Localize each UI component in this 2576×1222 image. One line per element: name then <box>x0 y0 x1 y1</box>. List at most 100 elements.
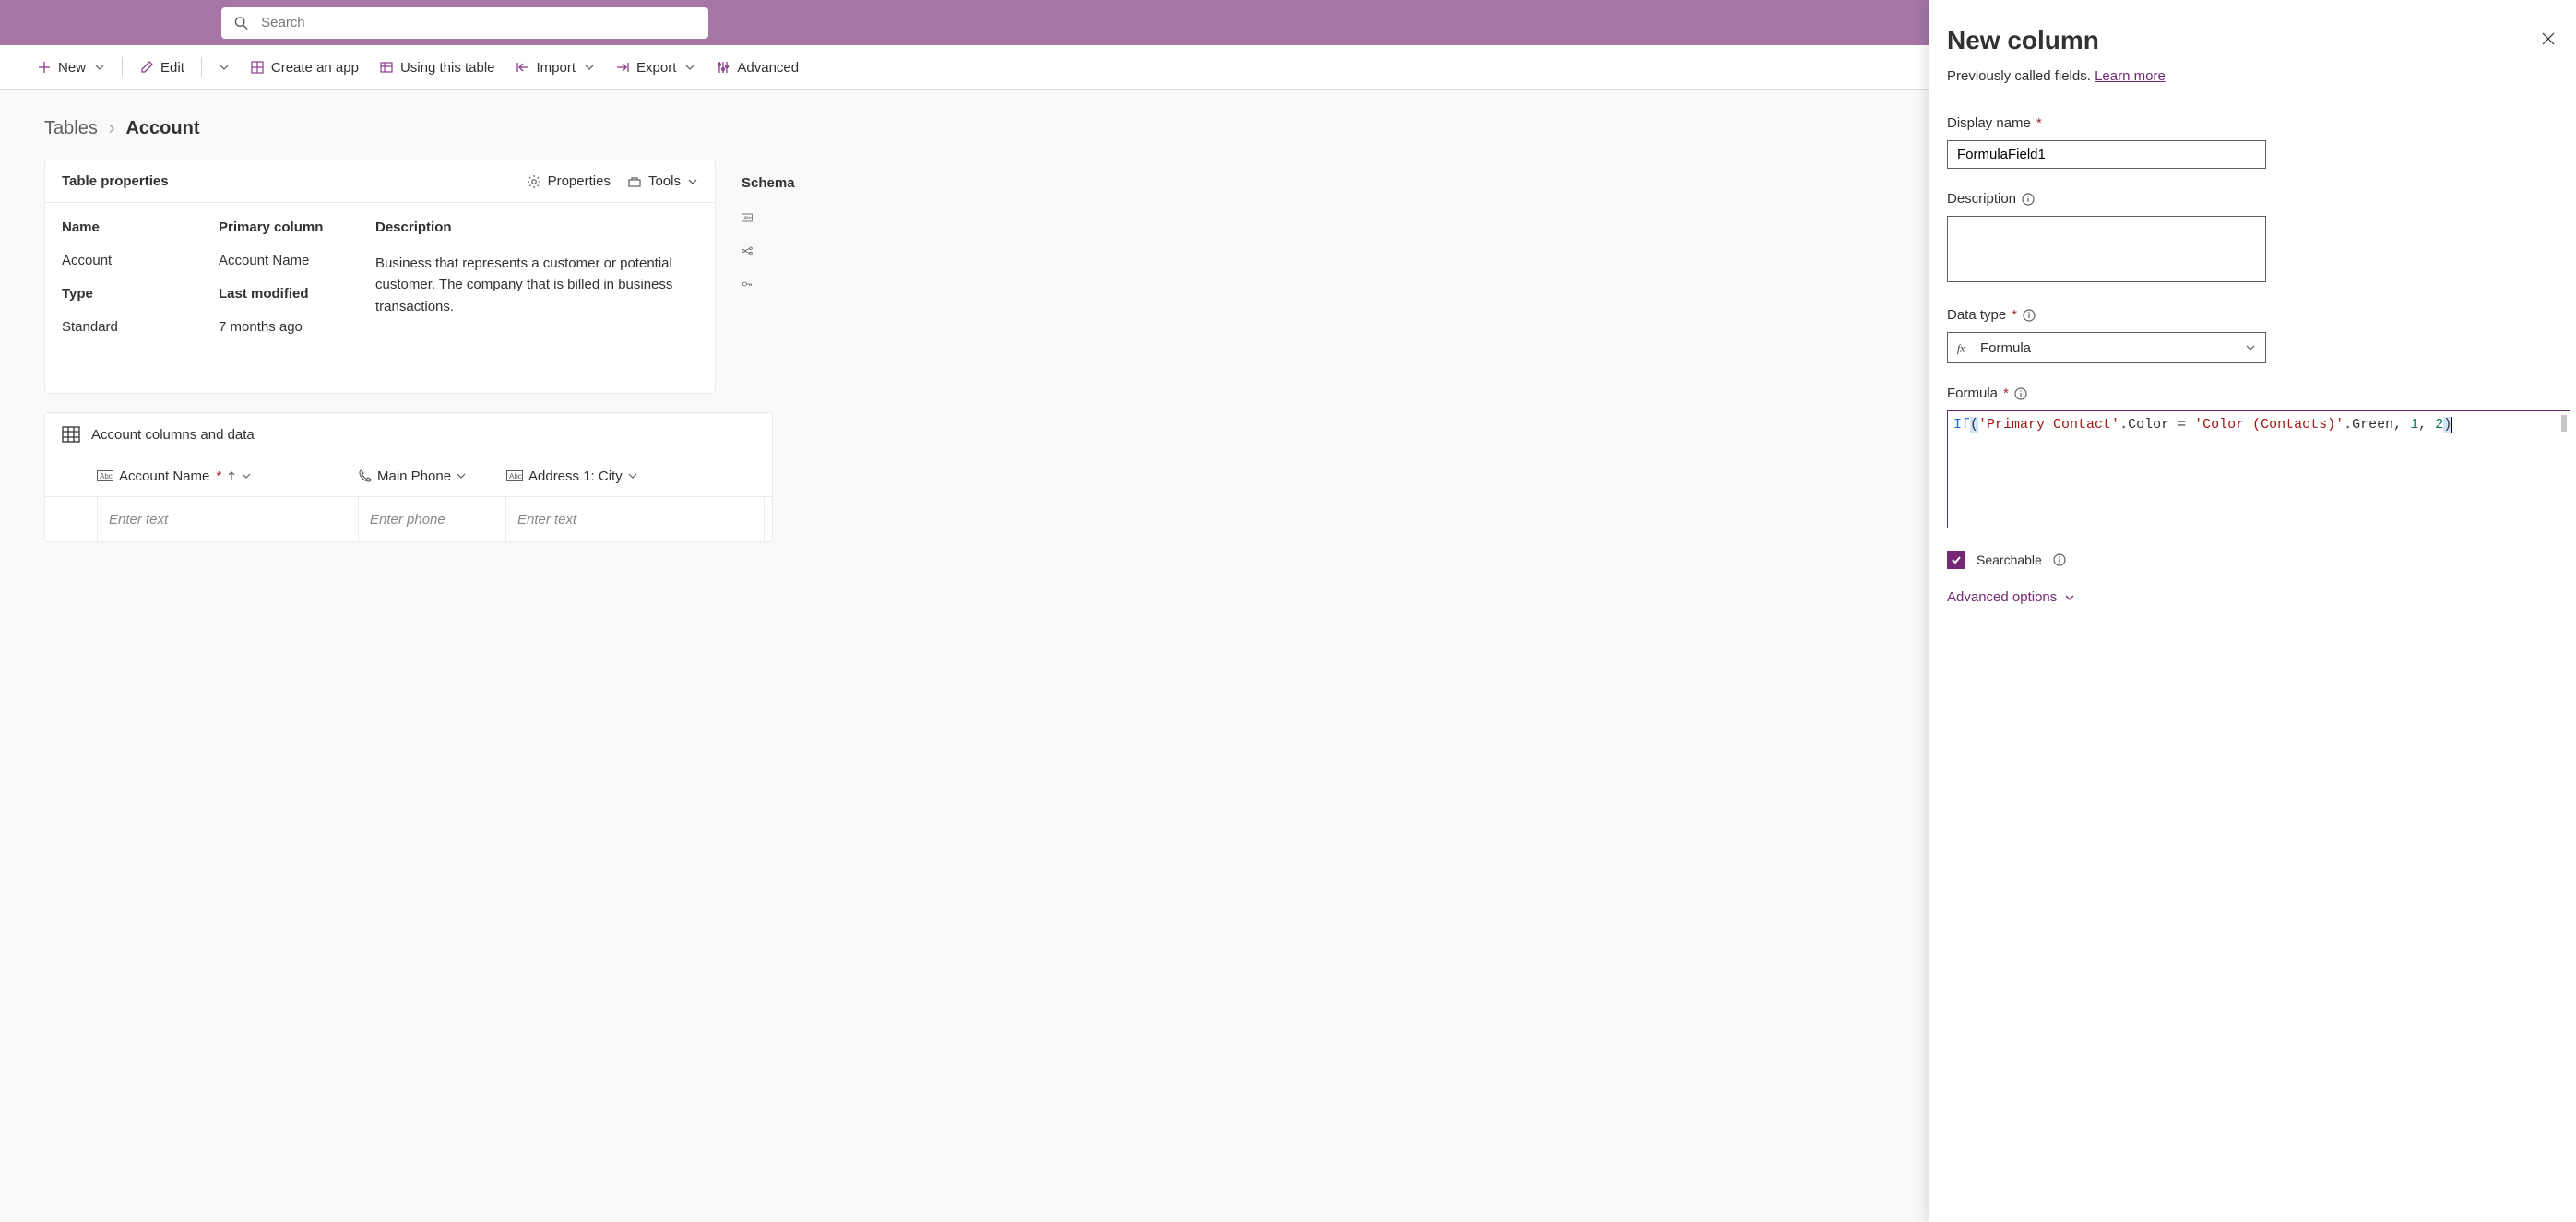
searchable-checkbox[interactable] <box>1947 551 1965 569</box>
card-title: Table properties <box>62 173 510 189</box>
edit-label: Edit <box>160 60 184 76</box>
col-account-name-label: Account Name <box>119 469 209 484</box>
required-star: * <box>2036 115 2042 131</box>
formula-comma: , <box>2418 417 2435 433</box>
svg-text:fx: fx <box>1957 343 1965 354</box>
toolbox-icon <box>627 174 642 189</box>
export-button[interactable]: Export <box>615 60 695 76</box>
create-app-label: Create an app <box>271 60 359 76</box>
description-label: Description <box>1947 191 2016 207</box>
export-icon <box>615 60 630 75</box>
using-table-button[interactable]: Using this table <box>379 60 495 76</box>
formula-editor[interactable]: If('Primary Contact'.Color = 'Color (Con… <box>1947 410 2570 528</box>
chevron-down-icon <box>457 471 466 480</box>
data-type-select[interactable]: fx Formula <box>1947 332 2266 363</box>
import-button[interactable]: Import <box>516 60 596 76</box>
description-input[interactable] <box>1947 216 2266 282</box>
fx-icon: fx <box>1957 341 1972 354</box>
formula-token-str: 'Primary Contact' <box>1978 417 2119 433</box>
searchable-label: Searchable <box>1977 552 2042 567</box>
relationships-icon[interactable] <box>742 244 753 257</box>
display-name-input[interactable] <box>1947 140 2266 169</box>
prop-last-modified-label: Last modified <box>219 286 375 310</box>
pencil-icon <box>139 60 154 75</box>
chevron-down-icon <box>584 62 595 73</box>
schema-title: Schema <box>742 175 753 191</box>
main-phone-input[interactable] <box>359 497 506 541</box>
separator <box>122 57 123 77</box>
info-icon[interactable] <box>2023 309 2036 322</box>
keys-icon[interactable] <box>742 278 753 291</box>
grid-icon <box>250 60 265 75</box>
info-icon[interactable] <box>2053 553 2066 566</box>
text-icon: Abc <box>506 470 523 481</box>
table-properties-card: Table properties Properties Tools Name P… <box>44 160 716 394</box>
panel-title: New column <box>1947 26 2558 55</box>
col-account-name[interactable]: Abc Account Name * <box>97 469 359 484</box>
prop-last-modified-value: 7 months ago <box>219 319 375 343</box>
create-app-button[interactable]: Create an app <box>250 60 359 76</box>
svg-text:Abc: Abc <box>744 216 753 221</box>
advanced-options-label: Advanced options <box>1947 589 2057 605</box>
properties-button[interactable]: Properties <box>527 173 611 189</box>
text-icon: Abc <box>97 470 113 481</box>
formula-paren-open: ( <box>1970 417 1978 433</box>
address-city-input[interactable] <box>506 497 765 541</box>
import-label: Import <box>537 60 576 76</box>
display-name-label: Display name <box>1947 115 2031 131</box>
breadcrumb-separator: › <box>109 118 115 139</box>
chevron-down-icon <box>628 471 637 480</box>
learn-more-link[interactable]: Learn more <box>2095 68 2166 84</box>
prop-primary-column-label: Primary column <box>219 219 375 243</box>
chevron-down-icon <box>2064 592 2075 603</box>
prop-description-value: Business that represents a customer or p… <box>375 253 698 376</box>
close-button[interactable] <box>2541 31 2556 49</box>
import-icon <box>516 60 530 75</box>
panel-subtext: Previously called fields. <box>1947 68 2095 84</box>
phone-icon <box>359 469 372 482</box>
edit-button[interactable]: Edit <box>139 60 184 76</box>
check-icon <box>1950 553 1963 566</box>
scrollbar-thumb[interactable] <box>2561 415 2567 432</box>
new-label: New <box>58 60 86 76</box>
data-type-value: Formula <box>1980 340 2031 356</box>
chevron-down-icon <box>687 176 698 187</box>
sliders-icon <box>716 60 730 75</box>
svg-text:Abc: Abc <box>100 472 113 480</box>
info-icon[interactable] <box>2022 193 2035 206</box>
prop-type-label: Type <box>62 286 219 310</box>
col-main-phone[interactable]: Main Phone <box>359 469 506 484</box>
col-address-city[interactable]: Abc Address 1: City <box>506 469 637 484</box>
table-icon <box>379 60 394 75</box>
prop-name-label: Name <box>62 219 219 243</box>
formula-token-str: 'Color (Contacts)' <box>2194 417 2344 433</box>
account-name-input[interactable] <box>97 497 359 541</box>
formula-paren-close: ) <box>2443 417 2452 433</box>
separator <box>201 57 202 77</box>
info-icon[interactable] <box>2014 387 2027 400</box>
advanced-options-toggle[interactable]: Advanced options <box>1947 589 2558 605</box>
tools-label: Tools <box>648 173 681 189</box>
chevron-down-icon <box>94 62 105 73</box>
required-star: * <box>2012 307 2017 323</box>
svg-text:Abc: Abc <box>509 472 522 480</box>
edit-overflow-icon[interactable] <box>219 62 230 73</box>
using-table-label: Using this table <box>400 60 495 76</box>
prop-type-value: Standard <box>62 319 219 343</box>
columns-data-title: Account columns and data <box>91 427 255 443</box>
global-search[interactable] <box>221 7 708 39</box>
prop-name-value: Account <box>62 253 219 277</box>
columns-data-card: Account columns and data Abc Account Nam… <box>44 412 773 542</box>
chevron-down-icon <box>2245 342 2256 353</box>
breadcrumb-leaf: Account <box>125 118 199 139</box>
properties-label: Properties <box>548 173 611 189</box>
formula-comma: , <box>2393 417 2410 433</box>
required-star: * <box>216 469 221 484</box>
breadcrumb-root[interactable]: Tables <box>44 118 98 139</box>
tools-button[interactable]: Tools <box>627 173 698 189</box>
new-button[interactable]: New <box>37 60 105 76</box>
search-input[interactable] <box>259 14 695 31</box>
new-column-panel: New column Previously called fields. Lea… <box>1929 0 2576 1222</box>
columns-icon[interactable]: Abc <box>742 211 753 224</box>
advanced-button[interactable]: Advanced <box>716 60 799 76</box>
